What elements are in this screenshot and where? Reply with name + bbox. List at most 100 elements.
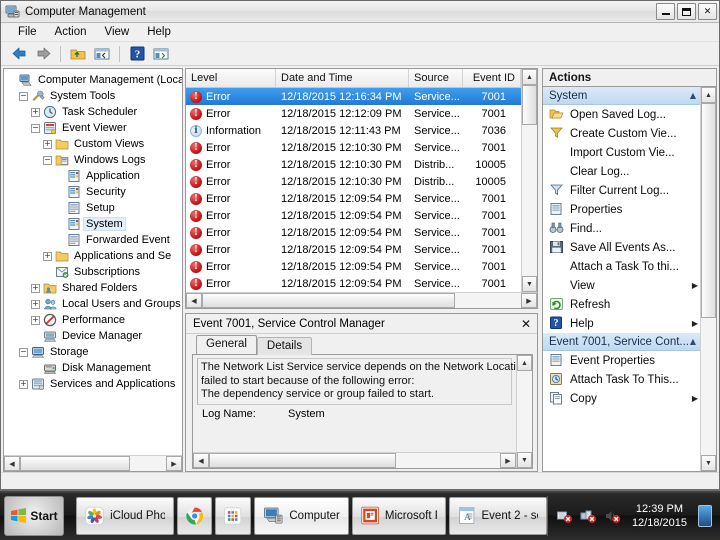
title-bar[interactable]: Computer Management ✕ xyxy=(1,1,719,23)
action-item-help[interactable]: ? Help ▶ xyxy=(543,314,700,333)
tree-item-application[interactable]: Application xyxy=(7,168,182,184)
volume-muted-icon[interactable] xyxy=(604,508,621,524)
show-hide-tree-button[interactable] xyxy=(91,43,113,64)
minimize-button[interactable] xyxy=(656,3,675,20)
taskbar-item-apps-grid[interactable] xyxy=(215,496,251,535)
tree-item-forwarded-event[interactable]: Forwarded Event xyxy=(7,232,182,248)
event-vscroll-thumb[interactable] xyxy=(522,85,537,125)
actions-scroll-up-button[interactable]: ▲ xyxy=(701,87,716,103)
tree-item-disk-management[interactable]: Disk Management xyxy=(7,360,182,376)
detail-scroll-down-button[interactable]: ▼ xyxy=(517,452,532,468)
tab-general[interactable]: General xyxy=(196,335,257,354)
detail-scroll-left-button[interactable]: ◀ xyxy=(193,453,209,468)
action-item-copy[interactable]: Copy ▶ xyxy=(543,389,700,408)
tree-scroll-right-button[interactable]: ▶ xyxy=(166,456,182,471)
action-item-import-custom-vie[interactable]: Import Custom Vie... xyxy=(543,143,700,162)
column-header-source[interactable]: Source xyxy=(409,69,463,87)
action-item-attach-a-task-to-thi[interactable]: Attach a Task To thi... xyxy=(543,257,700,276)
tree-hscroll-track[interactable] xyxy=(130,456,166,471)
console-tree[interactable]: Computer Management (Local − System Tools +… xyxy=(4,69,182,455)
close-button[interactable]: ✕ xyxy=(698,3,717,20)
action-item-open-saved-log[interactable]: Open Saved Log... xyxy=(543,105,700,124)
tree-scroll-left-button[interactable]: ◀ xyxy=(4,456,20,471)
taskbar-item-powerpoint[interactable]: Microsoft P... xyxy=(351,496,447,535)
tree-hscroll-thumb[interactable] xyxy=(20,456,131,471)
tree-item-event-viewer[interactable]: − Event Viewer xyxy=(7,120,182,136)
column-header-date-time[interactable]: Date and Time xyxy=(276,69,409,87)
expand-icon[interactable]: + xyxy=(31,283,40,293)
tree-item-setup[interactable]: Setup xyxy=(7,200,182,216)
action-item-create-custom-vie[interactable]: Create Custom Vie... xyxy=(543,124,700,143)
expand-icon[interactable]: + xyxy=(19,379,28,389)
actions-group-header[interactable]: System ▲ xyxy=(543,87,700,105)
tree-item-system[interactable]: System xyxy=(7,216,182,232)
action-item-find[interactable]: Find... xyxy=(543,219,700,238)
detail-scroll-right-button[interactable]: ▶ xyxy=(500,453,516,468)
tree-item-applications-and-se[interactable]: + Applications and Se xyxy=(7,248,182,264)
action-item-save-all-events-as[interactable]: Save All Events As... xyxy=(543,238,700,257)
event-row[interactable]: ! Error 12/18/2015 12:09:54 PM Service... 70… xyxy=(186,207,521,224)
properties-button[interactable] xyxy=(150,43,172,64)
tree-item-subscriptions[interactable]: Subscriptions xyxy=(7,264,182,280)
expand-icon[interactable]: + xyxy=(43,139,52,149)
event-list-vertical-scrollbar[interactable]: ▲ ▼ xyxy=(521,69,537,292)
tab-details[interactable]: Details xyxy=(256,337,313,355)
detail-hscroll-thumb[interactable] xyxy=(209,453,397,468)
expand-icon[interactable]: + xyxy=(31,299,40,309)
back-button[interactable] xyxy=(8,43,30,64)
network-disconnected-icon[interactable] xyxy=(580,508,597,524)
forward-button[interactable] xyxy=(32,43,54,64)
event-hscroll-track[interactable] xyxy=(454,293,521,308)
taskbar-item-computer-management[interactable]: Computer ... xyxy=(253,496,349,535)
event-row[interactable]: ! Error 12/18/2015 12:09:54 PM Service... 70… xyxy=(186,241,521,258)
actions-vscroll-track[interactable] xyxy=(701,318,716,455)
network-error-icon[interactable] xyxy=(556,508,573,524)
menu-file[interactable]: File xyxy=(9,24,46,40)
event-row[interactable]: ! Error 12/18/2015 12:09:54 PM Service... 70… xyxy=(186,190,521,207)
expand-icon[interactable]: + xyxy=(43,251,52,261)
event-scroll-up-button[interactable]: ▲ xyxy=(522,69,537,85)
tree-item-computer-management-local[interactable]: Computer Management (Local xyxy=(7,72,182,88)
expand-icon[interactable]: + xyxy=(31,315,40,325)
action-item-view[interactable]: View ▶ xyxy=(543,276,700,295)
show-desktop-button[interactable] xyxy=(698,504,712,527)
tree-horizontal-scrollbar[interactable]: ◀ ▶ xyxy=(4,455,182,471)
taskbar-item-icloud-photos[interactable]: iCloud Phot... xyxy=(76,496,174,535)
event-row[interactable]: ! Error 12/18/2015 12:10:30 PM Distrib... 10… xyxy=(186,173,521,190)
event-row[interactable]: ! Error 12/18/2015 12:12:09 PM Service... 70… xyxy=(186,105,521,122)
column-header-event-id[interactable]: Event ID xyxy=(463,69,521,87)
taskbar-item-chrome[interactable] xyxy=(176,496,213,535)
tree-item-local-users-and-groups[interactable]: + Local Users and Groups xyxy=(7,296,182,312)
collapse-group-icon[interactable]: ▲ xyxy=(690,91,696,100)
detail-vertical-scrollbar[interactable]: ▲ ▼ xyxy=(516,355,532,468)
taskbar-clock[interactable]: 12:39 PM 12/18/2015 xyxy=(628,502,691,530)
tree-item-task-scheduler[interactable]: + Task Scheduler xyxy=(7,104,182,120)
event-scroll-left-button[interactable]: ◀ xyxy=(186,293,202,308)
tree-item-windows-logs[interactable]: − Windows Logs xyxy=(7,152,182,168)
column-header-level[interactable]: Level xyxy=(186,69,276,87)
event-list-horizontal-scrollbar[interactable]: ◀ ▶ xyxy=(186,292,537,308)
tree-item-services-and-applications[interactable]: + Services and Applications xyxy=(7,376,182,392)
tree-item-performance[interactable]: + Performance xyxy=(7,312,182,328)
action-item-properties[interactable]: Properties xyxy=(543,200,700,219)
event-detail-close-icon[interactable]: ✕ xyxy=(519,317,533,331)
actions-vertical-scrollbar[interactable]: ▲ ▼ xyxy=(700,87,716,471)
action-item-attach-task-to-this[interactable]: Attach Task To This... xyxy=(543,370,700,389)
collapse-icon[interactable]: − xyxy=(31,123,40,133)
actions-vscroll-thumb[interactable] xyxy=(701,103,716,318)
detail-hscroll-track[interactable] xyxy=(396,453,500,468)
taskbar-item-event-2[interactable]: A Event 2 - se... xyxy=(449,496,547,535)
event-scroll-down-button[interactable]: ▼ xyxy=(522,276,537,292)
actions-scroll-down-button[interactable]: ▼ xyxy=(701,455,716,471)
detail-horizontal-scrollbar[interactable]: ◀ ▶ xyxy=(193,452,516,468)
action-item-clear-log[interactable]: Clear Log... xyxy=(543,162,700,181)
actions-group-header[interactable]: Event 7001, Service Cont... ▲ xyxy=(543,333,700,351)
event-list-rows[interactable]: ! Error 12/18/2015 12:16:34 PM Service... 70… xyxy=(186,88,521,292)
event-row[interactable]: ! Error 12/18/2015 12:09:54 PM Service... 70… xyxy=(186,275,521,292)
collapse-group-icon[interactable]: ▲ xyxy=(690,337,696,346)
tree-item-system-tools[interactable]: − System Tools xyxy=(7,88,182,104)
up-one-level-button[interactable] xyxy=(67,43,89,64)
action-item-refresh[interactable]: Refresh xyxy=(543,295,700,314)
event-row[interactable]: ! Error 12/18/2015 12:09:54 PM Service... 70… xyxy=(186,224,521,241)
tree-item-storage[interactable]: − Storage xyxy=(7,344,182,360)
